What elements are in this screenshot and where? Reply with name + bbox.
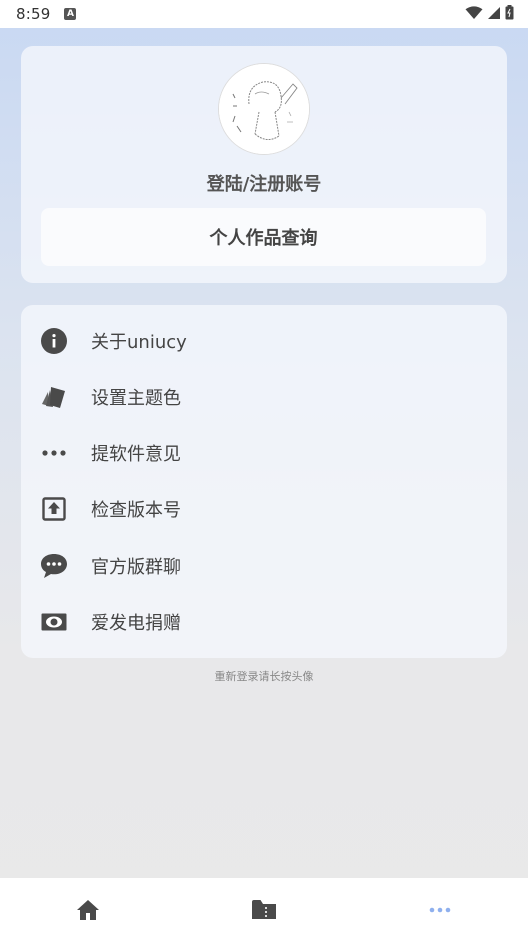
palette-icon (40, 383, 68, 411)
menu-item-label: 官方版群聊 (91, 557, 181, 578)
battery-icon (505, 4, 514, 24)
menu-item-about[interactable]: 关于uniucy (21, 313, 507, 369)
profile-card: 登陆/注册账号 个人作品查询 (21, 46, 507, 283)
more-dots-icon[interactable] (426, 896, 454, 924)
menu-item-donate[interactable]: 爱发电捐赠 (21, 594, 507, 650)
signal-icon (487, 5, 501, 24)
personal-works-button[interactable]: 个人作品查询 (41, 208, 486, 266)
menu-card: 关于uniucy 设置主题色 提软件意见 检查版本号 官方版群聊 爱发电捐赠 (21, 305, 507, 658)
info-icon (40, 327, 68, 355)
login-register-link[interactable]: 登陆/注册账号 (21, 170, 507, 196)
avatar[interactable] (218, 63, 310, 155)
more-dots-icon (40, 439, 68, 467)
status-time: 8:59 (16, 5, 51, 23)
menu-item-check-version[interactable]: 检查版本号 (21, 481, 507, 537)
relogin-hint: 重新登录请长按头像 (214, 670, 314, 683)
upload-box-icon (40, 495, 68, 523)
status-icons (465, 4, 514, 24)
app-notification-icon: A (64, 8, 77, 20)
wifi-icon (465, 5, 483, 24)
money-icon (40, 608, 68, 636)
chat-bubble-icon (40, 552, 68, 580)
menu-item-group-chat[interactable]: 官方版群聊 (21, 538, 507, 594)
menu-item-label: 关于uniucy (91, 332, 187, 353)
menu-item-theme-color[interactable]: 设置主题色 (21, 369, 507, 425)
menu-item-feedback[interactable]: 提软件意见 (21, 425, 507, 481)
menu-item-label: 设置主题色 (91, 388, 181, 409)
menu-item-label: 检查版本号 (91, 500, 181, 521)
menu-item-label: 提软件意见 (91, 444, 181, 465)
bottom-nav (0, 878, 528, 940)
folder-icon[interactable] (250, 896, 278, 924)
status-bar: 8:59 A (0, 0, 528, 28)
menu-item-label: 爱发电捐赠 (91, 613, 181, 634)
home-icon[interactable] (74, 896, 102, 924)
